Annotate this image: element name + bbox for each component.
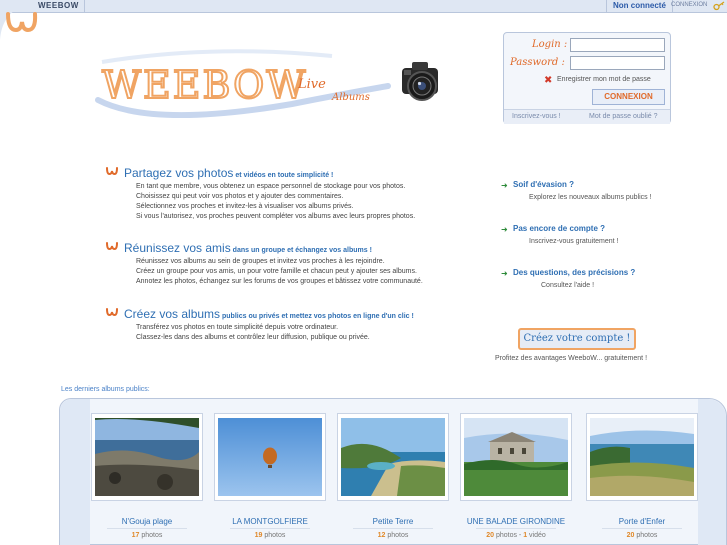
albums-section-label: Les derniers albums publics:: [61, 386, 150, 393]
logo-tagline-live: Live: [297, 77, 326, 92]
login-panel: Login : Password : ✖ Enregistrer mon mot…: [503, 32, 671, 124]
feature-line: Réunissez vos albums au sein de groupes …: [136, 258, 385, 265]
count-suffix: photos: [385, 532, 409, 539]
feature-line: Sélectionnez vos proches et invitez-les …: [136, 203, 354, 210]
login-footer: Inscrivez-vous ! Mot de passe oublié ?: [504, 109, 670, 124]
count-suffix: photos -: [494, 532, 524, 539]
register-link[interactable]: Inscrivez-vous !: [512, 113, 561, 120]
top-brand[interactable]: WEEBOW: [38, 1, 79, 10]
album-photo[interactable]: [464, 418, 568, 496]
feature-text: Transférez vos photos en toute simplicit…: [136, 323, 370, 343]
feature-text: En tant que membre, vous obtenez un espa…: [136, 182, 415, 222]
divider: [84, 0, 85, 13]
album-photo[interactable]: [218, 418, 322, 496]
album-title[interactable]: Porte d'Enfer: [566, 517, 718, 526]
feature-heading: Partagez vos photos et vidéos en toute s…: [124, 164, 333, 182]
create-account-note: Profitez des avantages WeeboW... gratuit…: [495, 355, 648, 362]
divider: [230, 528, 310, 529]
connection-status: Non connecté: [606, 0, 673, 13]
feature-title: Partagez vos photos: [124, 166, 234, 180]
arrow-right-icon: ➜: [501, 225, 508, 234]
weebow-bullet-icon: [106, 167, 118, 176]
public-albums-strip: N'Gouja plage 17 photos LA MONTGOLFIERE …: [59, 398, 727, 545]
corner-logo-icon[interactable]: [0, 0, 42, 40]
create-account-button[interactable]: Créez votre compte !: [518, 328, 636, 350]
remember-checkbox[interactable]: ✖: [544, 75, 552, 86]
feature-heading: Réunissez vos amis dans un groupe et éch…: [124, 239, 372, 257]
weebow-bullet-icon: [106, 242, 118, 251]
album-photo[interactable]: [341, 418, 445, 496]
login-button[interactable]: CONNEXION: [592, 89, 665, 105]
side-title[interactable]: Soif d'évasion ?: [513, 180, 574, 189]
feature-line: Classez-les dans des albums et contrôlez…: [136, 334, 370, 341]
album-photo[interactable]: [590, 418, 694, 496]
feature-line: En tant que membre, vous obtenez un espa…: [136, 183, 406, 190]
side-subtitle[interactable]: Consultez l'aide !: [541, 282, 594, 289]
key-icon[interactable]: [713, 1, 725, 11]
side-title[interactable]: Des questions, des précisions ?: [513, 268, 635, 277]
count-suffix: photos: [262, 532, 286, 539]
feature-subtitle: et vidéos en toute simplicité !: [233, 172, 334, 179]
photo-count: 20: [486, 532, 494, 539]
password-label: Password :: [510, 57, 565, 68]
feature-line: Si vous l'autorisez, vos proches peuvent…: [136, 213, 416, 220]
album-thumbnail[interactable]: [337, 413, 449, 501]
feature-line: Transférez vos photos en toute simplicit…: [136, 324, 339, 331]
top-bar: WEEBOW Non connecté CONNEXION: [0, 0, 727, 13]
feature-line: Choisissez qui peut voir vos photos et y…: [136, 193, 344, 200]
password-input[interactable]: [570, 56, 665, 70]
weebow-bullet-icon: [106, 308, 118, 317]
login-input[interactable]: [570, 38, 665, 52]
feature-title: Créez vos albums: [124, 307, 221, 321]
feature-subtitle: dans un groupe et échangez vos albums !: [230, 247, 372, 254]
album-thumbnail[interactable]: [586, 413, 698, 501]
forgot-password-link[interactable]: Mot de passe oublié ?: [589, 113, 658, 120]
count-suffix: photos: [634, 532, 658, 539]
logo-wordmark: WEEBOW: [102, 63, 307, 107]
logo-tagline-albums: Albums: [331, 92, 370, 103]
count-suffix: vidéo: [527, 532, 546, 539]
arrow-right-icon: ➜: [501, 269, 508, 278]
divider: [353, 528, 433, 529]
camera-icon: [402, 62, 438, 101]
album-thumbnail[interactable]: [460, 413, 572, 501]
side-title[interactable]: Pas encore de compte ?: [513, 224, 605, 233]
feature-line: Annotez les photos, échangez sur les for…: [136, 278, 423, 285]
divider: [602, 528, 682, 529]
divider: [476, 528, 556, 529]
divider: [107, 528, 187, 529]
feature-line: Créez un groupe pour vos amis, un pour v…: [136, 268, 417, 275]
login-label: Login :: [532, 39, 568, 50]
count-suffix: photos: [139, 532, 163, 539]
album-thumbnail[interactable]: [214, 413, 326, 501]
top-connect-link[interactable]: CONNEXION: [671, 2, 707, 8]
feature-title: Réunissez vos amis: [124, 241, 231, 255]
feature-text: Réunissez vos albums au sein de groupes …: [136, 257, 423, 287]
remember-label: Enregistrer mon mot de passe: [557, 76, 651, 83]
arrow-right-icon: ➜: [501, 181, 508, 190]
album-photo[interactable]: [95, 418, 199, 496]
feature-subtitle: publics ou privés et mettez vos photos e…: [220, 313, 414, 320]
weebow-logo: WEEBOW Live Albums: [95, 49, 391, 119]
album-count: 20 photos: [566, 532, 718, 539]
side-subtitle[interactable]: Inscrivez-vous gratuitement !: [529, 238, 618, 245]
album-thumbnail[interactable]: [91, 413, 203, 501]
side-subtitle[interactable]: Explorez les nouveaux albums publics !: [529, 194, 652, 201]
feature-heading: Créez vos albums publics ou privés et me…: [124, 305, 414, 323]
